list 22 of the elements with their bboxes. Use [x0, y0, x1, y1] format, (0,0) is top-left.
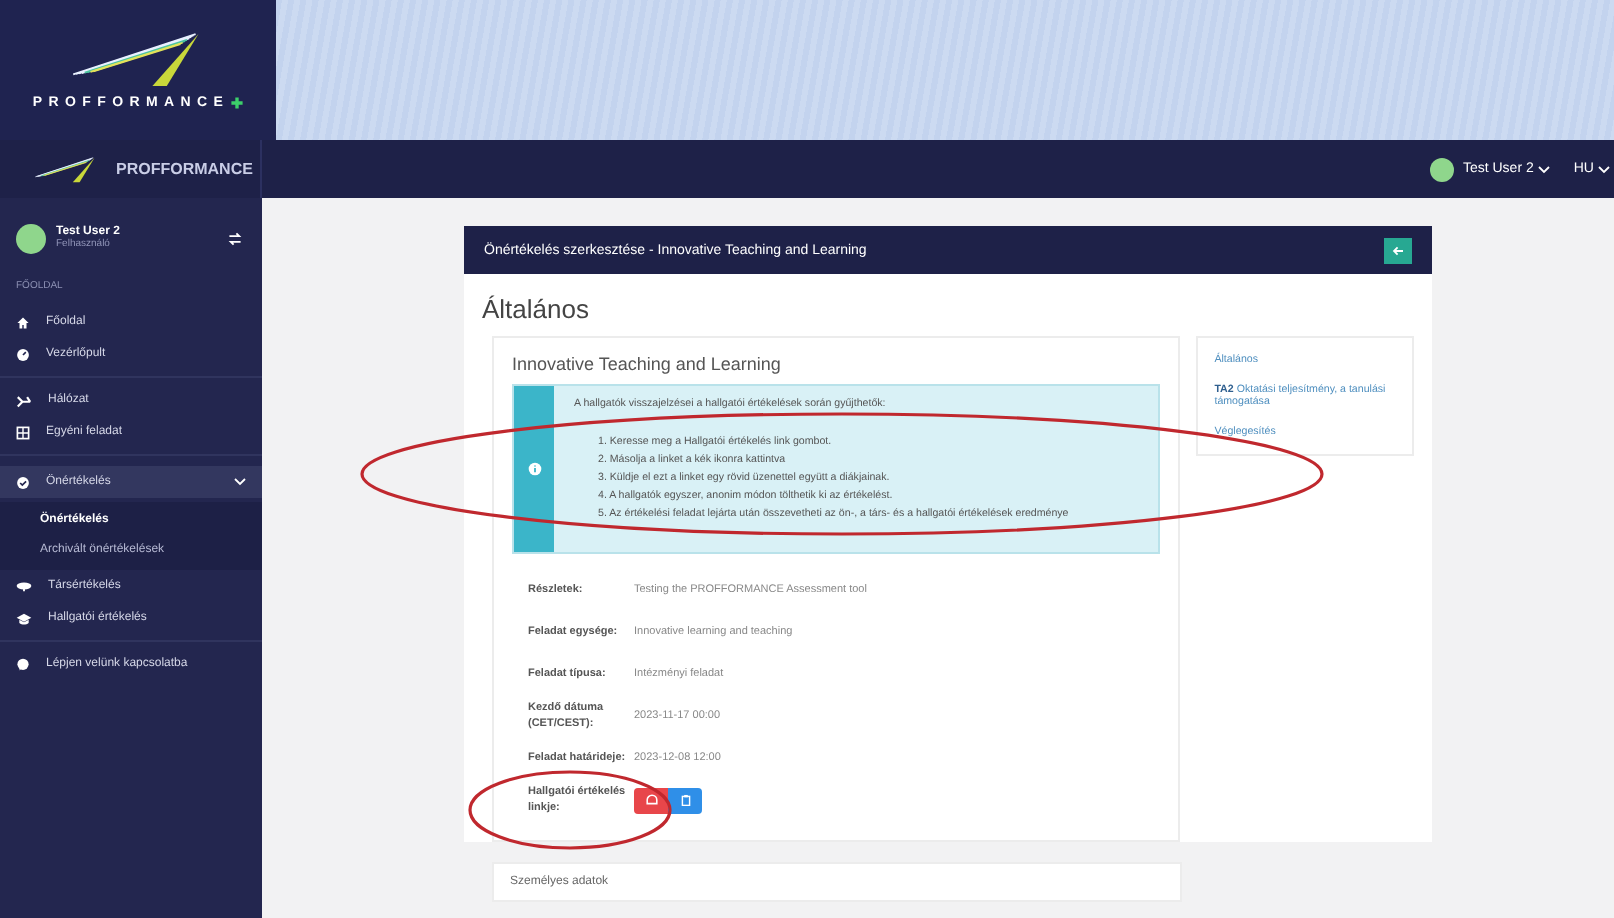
arrow-left-icon [1392, 245, 1404, 255]
cloud-icon [16, 580, 32, 592]
chevron-down-icon [234, 478, 246, 486]
plus-icon [229, 96, 244, 110]
clipboard-icon [679, 794, 691, 806]
grid-icon [16, 425, 30, 439]
info-icon [527, 462, 541, 476]
brand-name: PROFFORMANCE [116, 160, 253, 178]
copy-link-button[interactable] [668, 787, 702, 813]
dome-icon [645, 794, 657, 806]
open-link-button[interactable] [634, 787, 668, 813]
section-heading: Általános [480, 292, 591, 324]
chat-bubble-icon [16, 657, 30, 671]
swap-icon[interactable] [228, 231, 242, 245]
home-icon [16, 315, 30, 329]
network-icon [16, 393, 32, 407]
check-circle-icon [16, 475, 30, 489]
dashboard-icon [16, 347, 30, 361]
card-heading: Innovative Teaching and Learning [512, 354, 783, 374]
avatar [16, 223, 46, 253]
graduation-cap-icon [16, 611, 32, 625]
back-button[interactable] [1384, 237, 1412, 263]
